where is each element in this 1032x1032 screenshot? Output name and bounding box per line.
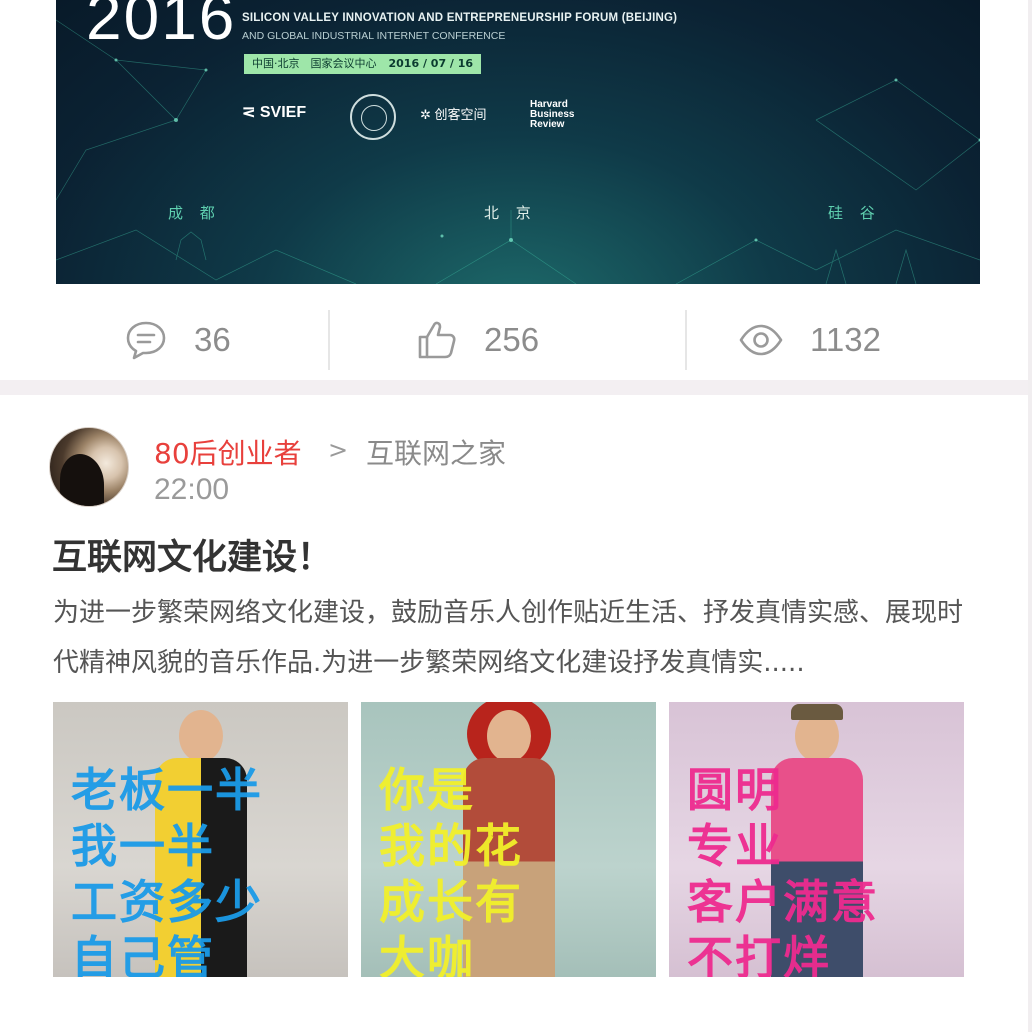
banner-date: 2016 / 07 / 16 — [388, 57, 474, 70]
stats-divider — [685, 310, 687, 370]
feed-divider — [0, 380, 1028, 395]
poster-text-2: 你是 我的花 成长有 大咖 — [379, 763, 523, 977]
author-avatar[interactable] — [49, 427, 129, 507]
banner-venue-badge: 中国·北京 国家会议中心 2016 / 07 / 16 — [244, 54, 482, 74]
stats-divider — [328, 310, 330, 370]
views-stat: 1132 — [738, 300, 881, 380]
makerspace-logo: ✲ 创客空间 — [420, 107, 487, 122]
circle-name-link[interactable]: 互联网之家 — [366, 432, 506, 472]
sponsor-logos: ⋜ SVIEF ✲ 创客空间 Harvard Business Review — [242, 94, 602, 148]
post-image-1[interactable]: 老板一半 我一半 工资多少 自己管 — [53, 702, 348, 977]
eye-icon — [739, 324, 783, 356]
comment-icon — [126, 321, 166, 360]
comments-button[interactable]: 36 — [124, 300, 231, 380]
svief-logo-text: SVIEF — [259, 104, 307, 121]
banner-forum-title: SILICON VALLEY INNOVATION AND ENTREPRENE… — [242, 12, 678, 24]
post-stats-bar: 36 256 1132 — [0, 300, 1028, 380]
scrollbar-edge — [1028, 0, 1032, 1032]
makerspace-logo-text: 创客空间 — [434, 107, 487, 122]
views-count: 1132 — [810, 321, 881, 358]
svief-logo: ⋜ SVIEF — [242, 104, 307, 121]
post-title[interactable]: 互联网文化建设！ — [52, 529, 332, 580]
poster-text-3: 圆明 专业 客户满意 不打烊 — [687, 763, 879, 977]
post-time: 22:00 — [154, 473, 230, 506]
banner-conference-title: AND GLOBAL INDUSTRIAL INTERNET CONFERENC… — [242, 30, 506, 42]
breadcrumb-separator: > — [328, 436, 349, 464]
banner-city-silicon-valley: 硅 谷 — [828, 204, 881, 222]
hbr-logo-text: Harvard Business Review — [530, 99, 575, 130]
banner-city-beijing: 北 京 — [484, 204, 537, 222]
banner-city-chengdu: 成 都 — [168, 204, 221, 222]
poster-text-1: 老板一半 我一半 工资多少 自己管 — [71, 763, 263, 977]
post-image-2[interactable]: 你是 我的花 成长有 大咖 — [361, 702, 656, 977]
banner-venue: 中国·北京 国家会议中心 — [252, 57, 377, 70]
organizer-seal-logo — [350, 94, 396, 140]
banner-year: 2016 — [86, 0, 237, 53]
hbr-logo: Harvard Business Review — [530, 100, 594, 130]
thumbs-up-icon — [418, 321, 456, 359]
likes-count: 256 — [484, 321, 540, 358]
comments-count: 36 — [194, 321, 231, 358]
event-banner-image[interactable]: 2016 SILICON VALLEY INNOVATION AND ENTRE… — [56, 0, 980, 284]
author-name-link[interactable]: 80后创业者 — [154, 432, 302, 472]
post-excerpt[interactable]: 为进一步繁荣网络文化建设，鼓励音乐人创作贴近生活、抒发真情实感、展现时代精神风貌… — [53, 588, 983, 688]
like-button[interactable]: 256 — [416, 300, 539, 380]
post-image-3[interactable]: 圆明 专业 客户满意 不打烊 — [669, 702, 964, 977]
